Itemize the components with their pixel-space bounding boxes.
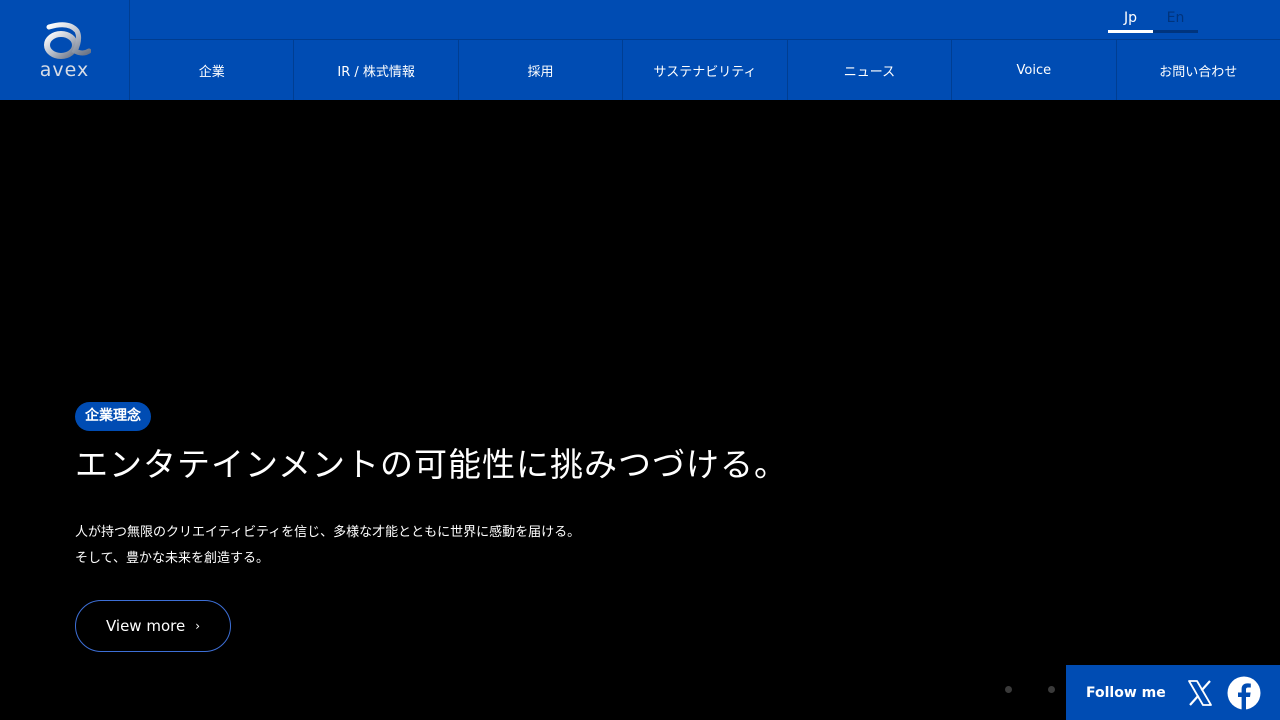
nav-item-company[interactable]: 企業: [130, 40, 295, 100]
follow-label: Follow me: [1086, 684, 1166, 701]
logo-text: avex: [39, 58, 90, 81]
main-nav: 企業 IR / 株式情報 採用 サステナビリティ ニュース Voice お問い合…: [130, 40, 1280, 100]
nav-item-recruit[interactable]: 採用: [459, 40, 624, 100]
language-switcher: Jp En: [130, 0, 1280, 40]
lang-en-button[interactable]: En: [1153, 9, 1198, 33]
follow-bar: Follow me: [1066, 665, 1280, 720]
nav-item-sustainability[interactable]: サステナビリティ: [623, 40, 788, 100]
nav-item-contact[interactable]: お問い合わせ: [1117, 40, 1280, 100]
nav-item-news[interactable]: ニュース: [788, 40, 953, 100]
slider-dot[interactable]: [1048, 686, 1055, 693]
nav-item-voice[interactable]: Voice: [952, 40, 1117, 100]
hero-description-line: 人が持つ無限のクリエイティビティを信じ、多様な才能とともに世界に感動を届ける。: [75, 525, 581, 540]
category-badge: 企業理念: [75, 402, 151, 431]
lang-jp-button[interactable]: Jp: [1108, 9, 1153, 33]
nav-item-ir[interactable]: IR / 株式情報: [294, 40, 459, 100]
hero-description: 人が持つ無限のクリエイティビティを信じ、多様な才能とともに世界に感動を届ける。 …: [75, 520, 580, 572]
slider-pagination: [1005, 686, 1055, 693]
chevron-right-icon: ›: [195, 619, 201, 633]
site-header: avex Jp En 企業 IR / 株式情報 採用 サステナビリティ ニュース…: [0, 0, 1280, 100]
logo-link[interactable]: avex: [0, 0, 130, 100]
avex-logo-icon: [43, 21, 91, 59]
view-more-label: View more: [105, 617, 186, 635]
facebook-icon[interactable]: [1227, 676, 1261, 710]
x-icon[interactable]: [1186, 679, 1214, 707]
hero-headline: エンタテインメントの可能性に挑みつづける。: [75, 445, 789, 484]
hero-description-line: そして、豊かな未来を創造する。: [75, 551, 269, 566]
view-more-button[interactable]: View more ›: [75, 600, 231, 652]
slider-dot[interactable]: [1005, 686, 1012, 693]
